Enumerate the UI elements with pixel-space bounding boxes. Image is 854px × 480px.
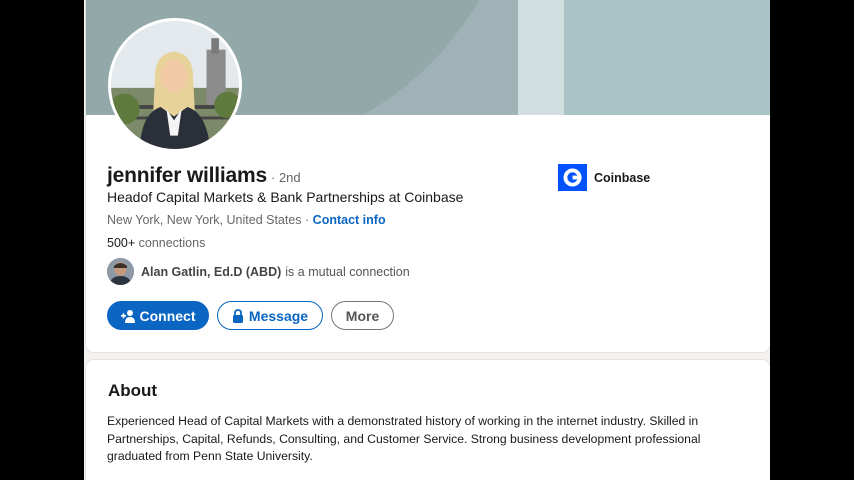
connections-label: connections <box>135 236 206 250</box>
connections-number: 500+ <box>107 236 136 250</box>
profile-name: jennifer williams <box>107 164 267 187</box>
profile-photo <box>111 21 239 149</box>
connections-count[interactable]: 500+ connections <box>107 236 205 250</box>
profile-headline: Headof Capital Markets & Bank Partnershi… <box>107 189 464 205</box>
mutual-connection-text: is a mutual connection <box>285 264 410 279</box>
lock-icon <box>232 308 244 323</box>
company-name: Coinbase <box>594 170 651 185</box>
message-button[interactable]: Message <box>217 301 323 330</box>
message-label: Message <box>248 307 309 324</box>
contact-info-link[interactable]: Contact info <box>313 213 386 227</box>
connect-label: Connect <box>139 307 196 324</box>
connection-degree: · 2nd <box>271 170 301 185</box>
more-button[interactable]: More <box>331 301 394 330</box>
connect-button[interactable]: Connect <box>107 301 209 330</box>
profile-avatar[interactable] <box>108 18 242 152</box>
current-company[interactable]: Coinbase <box>558 164 650 191</box>
about-text: Experienced Head of Capital Markets with… <box>107 414 701 463</box>
about-title: About <box>108 381 158 400</box>
profile-actions: Connect Message More <box>107 301 394 330</box>
profile-location: New York, New York, United States <box>107 213 302 227</box>
add-person-icon <box>120 309 135 323</box>
location-separator: · <box>301 213 313 227</box>
coinbase-logo-icon <box>558 164 587 191</box>
mutual-connection[interactable]: Alan Gatlin, Ed.D (ABD) is a mutual conn… <box>107 258 410 285</box>
about-section: About Experienced Head of Capital Market… <box>86 360 770 480</box>
profile-card: jennifer williams · 2nd Headof Capital M… <box>86 0 770 352</box>
mutual-connection-name[interactable]: Alan Gatlin, Ed.D (ABD) <box>141 265 281 279</box>
mutual-connection-avatar <box>107 258 134 285</box>
location-row: New York, New York, United States · Cont… <box>107 213 386 227</box>
